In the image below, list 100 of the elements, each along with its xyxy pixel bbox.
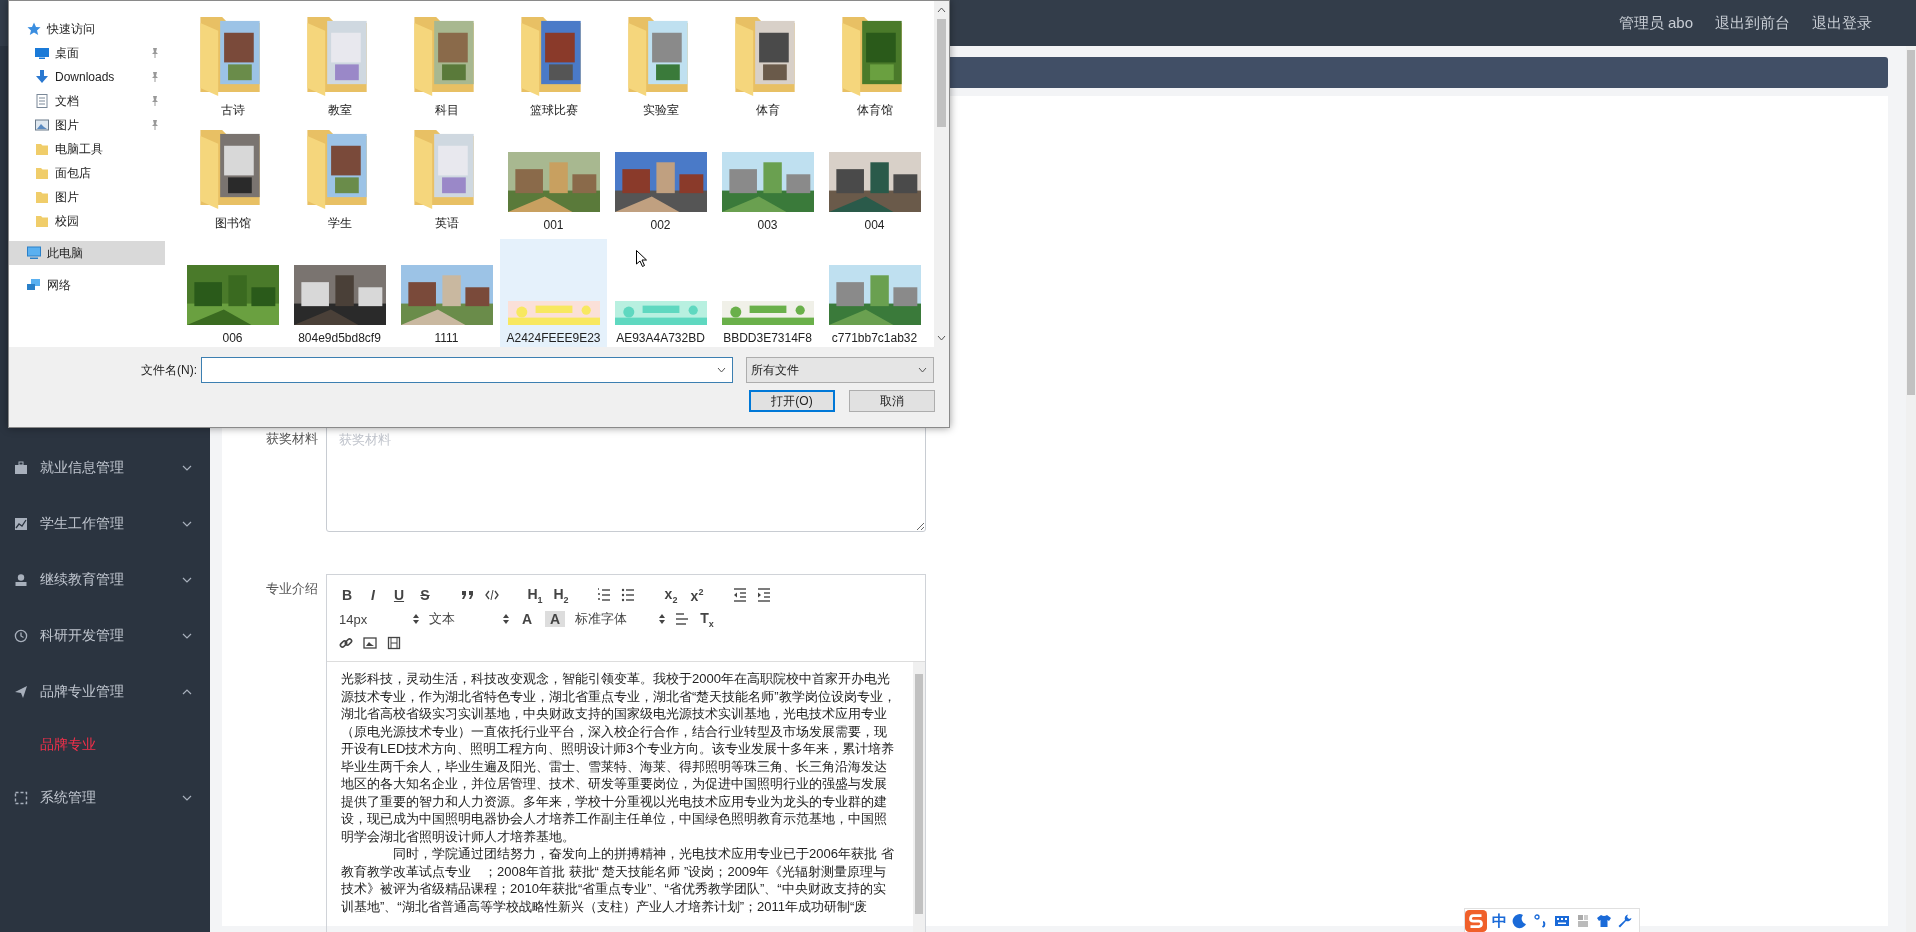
shirt-icon[interactable] [1596, 913, 1612, 929]
format-button[interactable]: x$_{2}$ [663, 585, 679, 605]
image-icon[interactable] [363, 636, 377, 650]
paragraph: 光影科技，灵动生活，科技改变观念，智能引领变革。我校于2000年在高职院校中首家开办电光源技术专业，作为湖北省特色专业，湖北省重点专业，湖北省“楚天技能名师”教学岗位设岗专业，湖北省高校省级实习实训基地，中央财政支持的国家级电光源技术实训基地，光电技术应用专业（原电光源技术专业）一直依托行业平台，深入校企行合作，结合行业转型及市场发展需要，现开设有LED技术方向、照明工程方向、照明设计师3个专业方向。该专业发展十多年来，累计培养毕业生两千余人，毕业生遍及阳光、雷士、雪莱特、海莱、得邦照明等珠三角、长三角沿海发达地区的各大知名企业，并位居管理、技术、研发等重要岗位，为促进中国照明行业的强盛与发展提供了重要的智力和人力资源。多年来，学校十分重视以光电技术应用专业为龙头的专业群的建设，现已成为中国照明电器协会人才培养工作副主任单位，中国绿色照明教育示范基地，中国照明学会湖北省照明设计师人才培养基地。 [341, 670, 896, 845]
field-label: 文件名(N): [140, 361, 197, 379]
nav-item[interactable]: 网络 [9, 273, 165, 297]
toolbar-select[interactable]: 文本 [429, 610, 509, 628]
scroll-down-icon[interactable] [937, 335, 946, 341]
cancel-button[interactable]: 取消 [849, 390, 935, 412]
scrollbar[interactable] [913, 662, 925, 932]
open-button[interactable]: 打开(O) [749, 390, 835, 412]
indent-icon[interactable] [757, 588, 771, 602]
nav-item[interactable]: 文档 [9, 89, 165, 113]
header-link[interactable]: 退出到前台 [1715, 13, 1790, 33]
download-icon [35, 70, 49, 84]
file-item[interactable]: c771bb7c1ab32 [821, 239, 928, 347]
sidebar-item[interactable]: 继续教育管理 [0, 552, 210, 608]
format-button[interactable]: S [417, 587, 433, 603]
format-button[interactable]: H$_{2}$ [553, 585, 569, 605]
keyboard-icon[interactable] [1554, 913, 1570, 929]
bullet-list-icon[interactable] [621, 588, 635, 602]
file-item[interactable]: BBDD3E7314F8 [714, 239, 821, 347]
file-name-field[interactable] [201, 357, 733, 383]
sidebar-item[interactable]: 系统管理 [0, 770, 210, 826]
cursor-icon [636, 250, 647, 267]
header-link[interactable]: 退出登录 [1812, 13, 1872, 33]
input-mode[interactable]: 中 [1492, 911, 1507, 931]
format-button[interactable]: I [365, 587, 381, 603]
background-color-button[interactable]: A [545, 611, 565, 627]
file-item[interactable]: 002 [607, 126, 714, 239]
desktop-icon [35, 46, 49, 60]
paragraph: 同时，学院通过团结努力，奋发向上的拼搏精神，光电技术应用专业已于2006年获批 省教育教学改革试点专业 ；2008年首批 获批“ 楚天技能名师 ”设岗；2009年《光辐射测量原理与技术》被评为省级精品课程；2010年获批“省重点专业”、“省优秀教学团队”、“中央财政支持的实训基地”、“湖北省普通高等学校战略性新兴（支柱）产业人才培养计划”；2011年成功研制“废 [341, 845, 895, 915]
computer-icon [27, 246, 41, 260]
outdent-icon[interactable] [733, 588, 747, 602]
scroll-thumb[interactable] [915, 674, 923, 914]
updown-caret-icon [413, 614, 419, 624]
field-label: 专业介绍 [265, 580, 318, 598]
file-item[interactable]: 804e9d5bd8cf9 [286, 239, 393, 347]
file-item[interactable]: 学生 [286, 126, 393, 239]
film-icon[interactable] [387, 636, 401, 650]
file-item[interactable]: 古诗 [179, 13, 286, 126]
file-item[interactable]: 篮球比赛 [500, 13, 607, 126]
format-button[interactable]: T$_{x}$ [699, 609, 715, 629]
file-item[interactable]: 003 [714, 126, 821, 239]
font-color-button[interactable]: A [519, 611, 535, 627]
caret-icon[interactable] [717, 367, 726, 373]
sidebar-item[interactable]: 就业信息管理 [0, 440, 210, 496]
ime-logo-icon[interactable] [1465, 910, 1487, 932]
updown-caret-icon [503, 614, 509, 624]
scrollbar[interactable] [1906, 46, 1916, 932]
scroll-thumb[interactable] [937, 19, 946, 127]
sidebar-item[interactable]: 品牌专业管理 [0, 664, 210, 720]
folder-icon [35, 190, 49, 204]
code-icon[interactable] [485, 588, 499, 602]
nav-item[interactable]: 快速访问 [9, 17, 165, 41]
file-item[interactable]: 004 [821, 126, 928, 239]
format-button[interactable]: x$^{2}$ [689, 586, 705, 604]
format-button[interactable]: H$_{1}$ [527, 585, 543, 605]
toolbar-select[interactable]: 标准字体 [575, 610, 665, 628]
nav-item[interactable]: Downloads [9, 65, 165, 89]
star-icon [27, 22, 41, 36]
link-icon[interactable] [339, 636, 353, 650]
file-type-dropdown[interactable]: 所有文件 [746, 357, 934, 383]
sidebar-item[interactable]: 科研开发管理 [0, 608, 210, 664]
rich-text-editor[interactable] [326, 574, 926, 932]
nav-item[interactable]: 图片 [9, 185, 165, 209]
scroll-up-icon[interactable] [937, 7, 946, 13]
file-item[interactable]: A2424FEEE9E23 [500, 239, 607, 347]
wrench-icon[interactable] [1617, 913, 1633, 929]
field-label: 获奖材料 [265, 430, 318, 448]
file-item[interactable]: 英语 [393, 126, 500, 239]
quote-icon[interactable] [461, 588, 475, 602]
nav-item[interactable]: 此电脑 [9, 241, 165, 265]
document-icon [35, 94, 49, 108]
file-item[interactable]: 实验室 [607, 13, 714, 126]
scrollbar[interactable] [934, 1, 949, 347]
toolbar-select[interactable]: 14px [339, 611, 419, 627]
file-item[interactable]: 体育 [714, 13, 821, 126]
file-item[interactable]: 006 [179, 239, 286, 347]
scroll-thumb[interactable] [1907, 50, 1915, 395]
format-button[interactable]: U [391, 587, 407, 603]
folder-icon [35, 166, 49, 180]
nav-item[interactable]: 电脑工具 [9, 137, 165, 161]
nav-item[interactable]: 图片 [9, 113, 165, 137]
chart-icon [14, 517, 28, 531]
nav-item[interactable]: 桌面 [9, 41, 165, 65]
align-icon[interactable] [675, 612, 689, 626]
file-item[interactable]: 教室 [286, 13, 393, 126]
sidebar-item[interactable]: 学生工作管理 [0, 496, 210, 552]
moon-icon[interactable] [1512, 913, 1528, 929]
file-item[interactable]: 图书馆 [179, 126, 286, 239]
file-item[interactable]: 1111 [393, 239, 500, 347]
file-item[interactable]: AE93A4A732BD [607, 239, 714, 347]
nav-item[interactable]: 面包店 [9, 161, 165, 185]
file-item[interactable]: 体育馆 [821, 13, 928, 126]
nav-item[interactable]: 校园 [9, 209, 165, 233]
ordered-list-icon[interactable] [597, 588, 611, 602]
format-button[interactable]: B [339, 587, 355, 603]
file-item[interactable]: 科目 [393, 13, 500, 126]
file-item[interactable]: 001 [500, 126, 607, 239]
